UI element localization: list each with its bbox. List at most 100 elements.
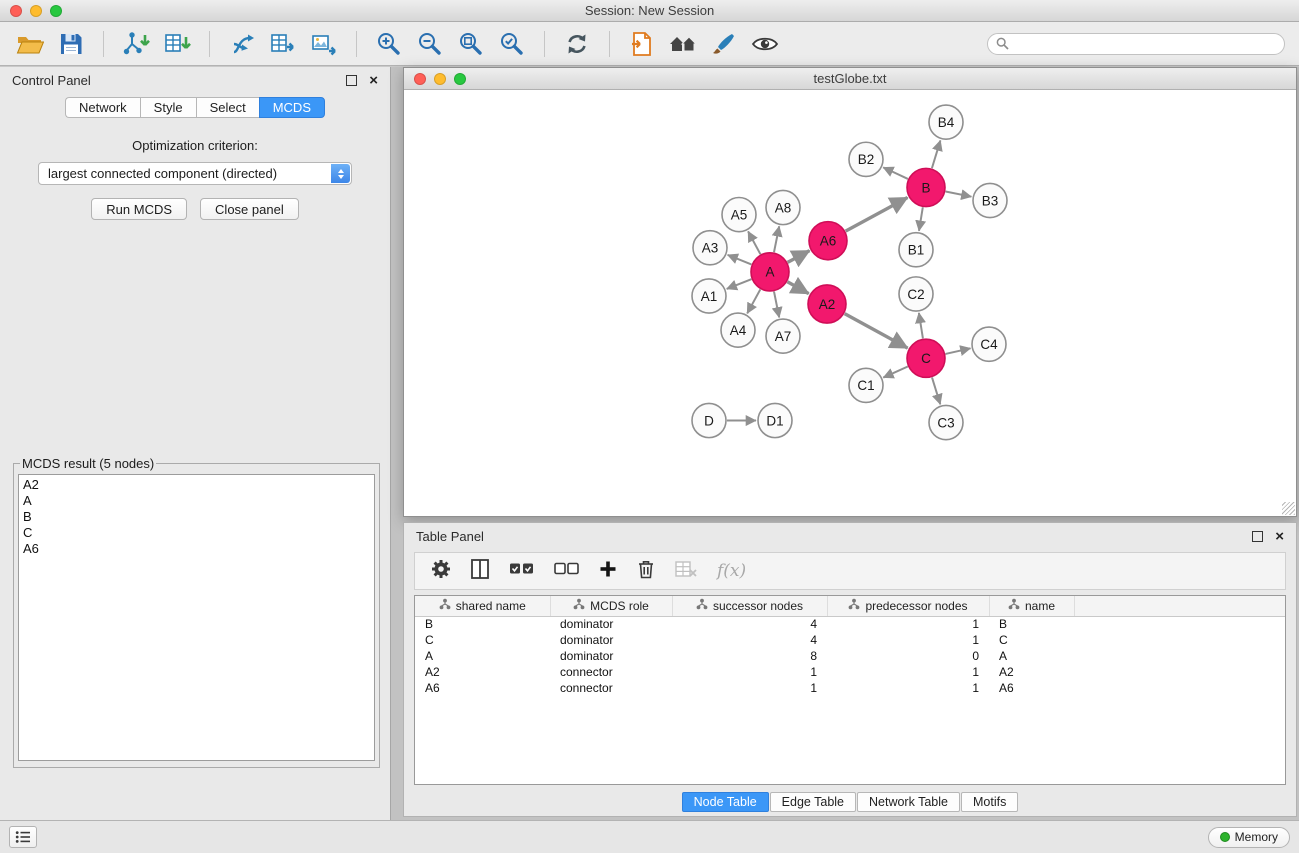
memory-button[interactable]: Memory <box>1208 827 1290 848</box>
node-C[interactable]: C <box>907 339 945 377</box>
function-icon[interactable]: f(x) <box>717 561 746 581</box>
tab-edge-table[interactable]: Edge Table <box>770 792 856 812</box>
result-item[interactable]: C <box>23 525 370 541</box>
close-window-icon[interactable] <box>10 5 22 17</box>
table-row[interactable]: Cdominator41C <box>415 632 1285 648</box>
edge-A-A5[interactable] <box>748 231 760 254</box>
minimize-window-icon[interactable] <box>434 73 446 85</box>
cell-shared-name[interactable]: B <box>415 616 550 632</box>
export-image-icon[interactable] <box>308 28 340 60</box>
minimize-window-icon[interactable] <box>30 5 42 17</box>
node-A[interactable]: A <box>751 253 789 291</box>
column-header-name[interactable]: name <box>989 596 1074 616</box>
close-window-icon[interactable] <box>414 73 426 85</box>
search-input[interactable] <box>1014 37 1276 51</box>
edge-A-A4[interactable] <box>747 289 760 313</box>
node-B2[interactable]: B2 <box>849 142 883 176</box>
zoom-window-icon[interactable] <box>454 73 466 85</box>
edge-A-A1[interactable] <box>727 279 752 289</box>
edge-C-C3[interactable] <box>932 377 940 404</box>
table-row[interactable]: A6connector11A6 <box>415 680 1285 696</box>
cell-shared-name[interactable]: C <box>415 632 550 648</box>
column-header-MCDS-role[interactable]: MCDS role <box>550 596 672 616</box>
node-A6[interactable]: A6 <box>809 222 847 260</box>
zoom-fit-icon[interactable] <box>455 28 487 60</box>
cell-shared-name[interactable]: A <box>415 648 550 664</box>
node-A3[interactable]: A3 <box>693 231 727 265</box>
zoom-window-icon[interactable] <box>50 5 62 17</box>
open-session-icon[interactable] <box>14 28 46 60</box>
edge-C-C1[interactable] <box>883 366 908 377</box>
tab-style[interactable]: Style <box>140 97 196 118</box>
cell-MCDS-role[interactable]: dominator <box>550 616 672 632</box>
cell-predecessor-nodes[interactable]: 1 <box>827 632 989 648</box>
deselect-all-icon[interactable] <box>554 562 579 581</box>
mcds-result-list[interactable]: A2ABCA6 <box>18 474 375 761</box>
split-column-icon[interactable] <box>471 559 489 584</box>
cell-MCDS-role[interactable]: dominator <box>550 648 672 664</box>
home-icon[interactable] <box>667 28 699 60</box>
edge-B-B4[interactable] <box>932 140 941 168</box>
import-table-file-icon[interactable] <box>161 28 193 60</box>
edge-A-A6[interactable] <box>788 251 810 263</box>
node-A1[interactable]: A1 <box>692 279 726 313</box>
edge-A6-B[interactable] <box>846 198 908 232</box>
tab-select[interactable]: Select <box>196 97 259 118</box>
node-B1[interactable]: B1 <box>899 233 933 267</box>
network-graph[interactable]: B4B2BB3A5A8A6B1A3AC2A1A2A4A7C4CC1C3DD1 <box>404 90 1296 516</box>
result-item[interactable]: A2 <box>23 477 370 493</box>
node-A8[interactable]: A8 <box>766 190 800 224</box>
cell-MCDS-role[interactable]: connector <box>550 680 672 696</box>
cell-name[interactable]: A <box>989 648 1074 664</box>
cell-name[interactable]: B <box>989 616 1074 632</box>
snapshot-icon[interactable] <box>626 28 658 60</box>
zoom-selected-icon[interactable] <box>496 28 528 60</box>
edge-B-B3[interactable] <box>946 191 972 196</box>
tab-node-table[interactable]: Node Table <box>682 792 769 812</box>
save-session-icon[interactable] <box>55 28 87 60</box>
resize-grip[interactable] <box>1282 502 1295 515</box>
select-all-icon[interactable] <box>509 562 534 581</box>
table-row[interactable]: A2connector11A2 <box>415 664 1285 680</box>
import-network-file-icon[interactable] <box>120 28 152 60</box>
node-A2[interactable]: A2 <box>808 285 846 323</box>
node-B4[interactable]: B4 <box>929 105 963 139</box>
node-A5[interactable]: A5 <box>722 198 756 232</box>
cell-successor-nodes[interactable]: 1 <box>672 680 827 696</box>
cell-shared-name[interactable]: A2 <box>415 664 550 680</box>
float-panel-icon[interactable] <box>1252 531 1263 542</box>
column-header-predecessor-nodes[interactable]: predecessor nodes <box>827 596 989 616</box>
export-network-icon[interactable] <box>226 28 258 60</box>
tab-network[interactable]: Network <box>65 97 140 118</box>
cell-successor-nodes[interactable]: 8 <box>672 648 827 664</box>
edge-A-A7[interactable] <box>774 292 779 318</box>
float-panel-icon[interactable] <box>346 75 357 86</box>
zoom-in-icon[interactable] <box>373 28 405 60</box>
style-brush-icon[interactable] <box>708 28 740 60</box>
edge-C-C2[interactable] <box>919 313 923 339</box>
column-header-successor-nodes[interactable]: successor nodes <box>672 596 827 616</box>
run-mcds-button[interactable]: Run MCDS <box>91 198 187 220</box>
zoom-out-icon[interactable] <box>414 28 446 60</box>
cell-predecessor-nodes[interactable]: 0 <box>827 648 989 664</box>
tab-motifs[interactable]: Motifs <box>961 792 1018 812</box>
cell-successor-nodes[interactable]: 4 <box>672 632 827 648</box>
node-D[interactable]: D <box>692 403 726 437</box>
edge-A-A8[interactable] <box>774 226 779 252</box>
network-canvas[interactable]: B4B2BB3A5A8A6B1A3AC2A1A2A4A7C4CC1C3DD1 <box>404 90 1296 516</box>
gear-icon[interactable] <box>431 559 451 584</box>
cell-predecessor-nodes[interactable]: 1 <box>827 680 989 696</box>
table-row[interactable]: Adominator80A <box>415 648 1285 664</box>
close-panel-icon[interactable]: × <box>1275 531 1284 542</box>
column-header-shared-name[interactable]: shared name <box>415 596 550 616</box>
delete-icon[interactable] <box>637 559 655 584</box>
cell-successor-nodes[interactable]: 4 <box>672 616 827 632</box>
add-icon[interactable] <box>599 560 617 583</box>
search-field[interactable] <box>987 33 1285 55</box>
cell-predecessor-nodes[interactable]: 1 <box>827 616 989 632</box>
cell-name[interactable]: A6 <box>989 680 1074 696</box>
result-item[interactable]: A6 <box>23 541 370 557</box>
node-A7[interactable]: A7 <box>766 319 800 353</box>
export-table-icon[interactable] <box>267 28 299 60</box>
result-item[interactable]: A <box>23 493 370 509</box>
